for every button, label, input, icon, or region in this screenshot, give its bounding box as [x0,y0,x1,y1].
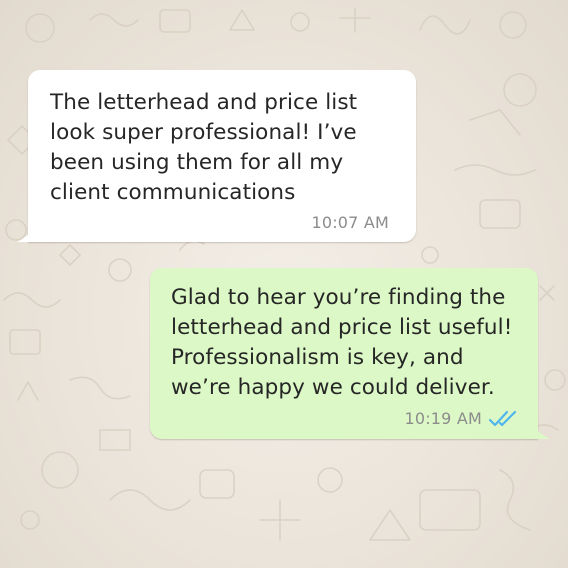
incoming-message-time: 10:07 AM [311,213,389,232]
incoming-message[interactable]: The letterhead and price list look super… [17,70,416,242]
outgoing-bubble-tail [532,425,550,439]
incoming-message-text: The letterhead and price list look super… [50,90,358,205]
outgoing-message-time: 10:19 AM [404,409,482,428]
incoming-bubble-tail [17,228,35,242]
outgoing-message-meta: 10:19 AM [404,409,520,428]
double-check-read-icon [488,410,517,426]
outgoing-message-text: Glad to hear you’re finding the letterhe… [171,285,513,400]
chat-area: The letterhead and price list look super… [0,0,568,568]
outgoing-message[interactable]: Glad to hear you’re finding the letterhe… [150,268,550,439]
